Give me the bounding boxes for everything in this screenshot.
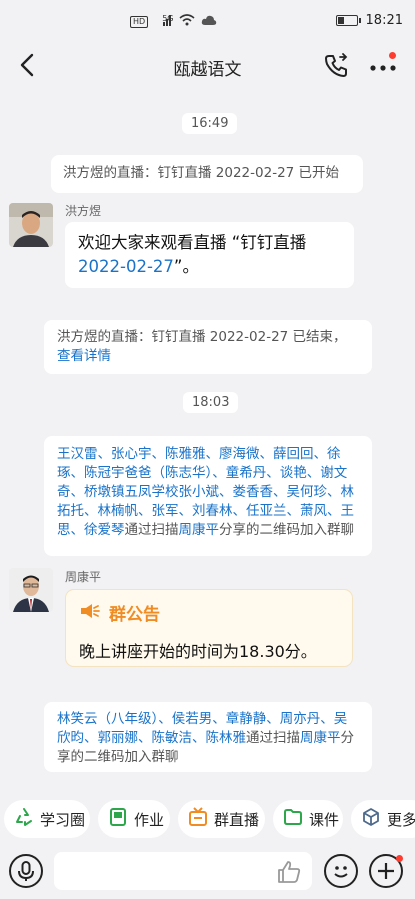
battery-icon	[335, 15, 361, 26]
status-bar: HD 5G 18:21	[0, 0, 415, 44]
avatar-hong[interactable]	[9, 203, 53, 247]
chat-title: 瓯越语文	[173, 60, 242, 80]
sender-name: 周康平	[65, 570, 102, 584]
thumbs-up-icon[interactable]	[276, 859, 302, 885]
sharer-name[interactable]: 周康平	[300, 730, 341, 746]
microphone-icon	[18, 861, 34, 881]
wifi-icon	[179, 14, 196, 29]
input-bar	[0, 846, 415, 899]
notification-dot	[396, 855, 403, 862]
live-tv-icon	[188, 807, 208, 831]
signal-label: 5G	[162, 14, 174, 23]
live-ended-notice: 洪方煜的直播：钉钉直播 2022-02-27 已结束， 查看详情	[44, 320, 372, 374]
hd-badge: HD	[130, 15, 149, 28]
clock: 18:21	[365, 13, 403, 28]
courseware-button[interactable]: 课件	[273, 800, 343, 838]
message-text-end: ”。	[173, 257, 199, 276]
chip-label: 群直播	[214, 810, 260, 829]
status-icons: HD 5G	[130, 14, 217, 29]
homework-icon	[108, 807, 128, 831]
message-input[interactable]	[54, 852, 312, 890]
more-button[interactable]: 更多	[351, 800, 415, 838]
announcement-title: 群公告	[109, 605, 160, 625]
live-ended-text: 洪方煜的直播：钉钉直播 2022-02-27 已结束，	[57, 329, 347, 345]
recycle-icon	[14, 807, 34, 831]
announcement-text: 晚上讲座开始的时间为18.30分。	[79, 642, 317, 661]
voice-input-button[interactable]	[9, 854, 43, 888]
group-live-button[interactable]: 群直播	[178, 800, 265, 838]
notification-dot	[389, 52, 396, 59]
chip-label: 学习圈	[40, 810, 86, 829]
nav-bar: 瓯越语文	[0, 44, 415, 88]
learning-circle-button[interactable]: 学习圈	[4, 800, 90, 838]
emoji-button[interactable]	[324, 854, 358, 888]
chip-label: 课件	[309, 810, 340, 829]
status-right: 18:21	[335, 13, 403, 28]
message-link[interactable]: 2022-02-27	[78, 257, 174, 276]
join-mid-text: 通过扫描	[246, 730, 300, 746]
announcement-header: 群公告	[79, 600, 160, 625]
timestamp: 18:03	[183, 392, 239, 413]
avatar-zhou[interactable]	[9, 568, 53, 612]
view-details-link[interactable]: 查看详情	[57, 348, 111, 364]
live-started-text: 洪方煜的直播：钉钉直播 2022-02-27 已开始	[63, 165, 340, 181]
homework-button[interactable]: 作业	[98, 800, 170, 838]
join-notice: 王汉雷、张心宇、陈雅雅、廖海微、薛回回、徐琢、陈冠宇爸爸（陈志华）、童希丹、谈艳…	[44, 436, 372, 556]
sender-name: 洪方煜	[65, 204, 102, 218]
group-announcement-card[interactable]: 群公告 晚上讲座开始的时间为18.30分。	[65, 589, 353, 667]
quick-toolbar: 学习圈 作业 群直播 课件 更多	[0, 800, 415, 838]
call-icon[interactable]	[322, 52, 350, 80]
sharer-name[interactable]: 周康平	[179, 522, 220, 538]
megaphone-icon	[79, 602, 101, 624]
chip-label: 作业	[134, 810, 165, 829]
timestamp: 16:49	[182, 113, 238, 134]
message-bubble[interactable]: 欢迎大家来观看直播 “钉钉直播 2022-02-27”。	[65, 222, 354, 288]
join-mid-text: 通过扫描	[124, 522, 179, 538]
cloud-icon	[201, 14, 217, 29]
join-notice: 林笑云（八年级）、侯若男、章静静、周亦丹、吴欣昀、郭丽娜、陈敏洁、陈林雅通过扫描…	[44, 702, 372, 772]
live-started-notice: 洪方煜的直播：钉钉直播 2022-02-27 已开始	[51, 155, 363, 193]
cube-icon	[361, 807, 381, 831]
join-end-text: 分享的二维码加入群聊	[219, 522, 354, 538]
message-text: 欢迎大家来观看直播 “钉钉直播	[78, 233, 307, 252]
smiley-icon	[334, 866, 348, 878]
folder-icon	[283, 807, 303, 831]
chip-label: 更多	[387, 810, 415, 829]
